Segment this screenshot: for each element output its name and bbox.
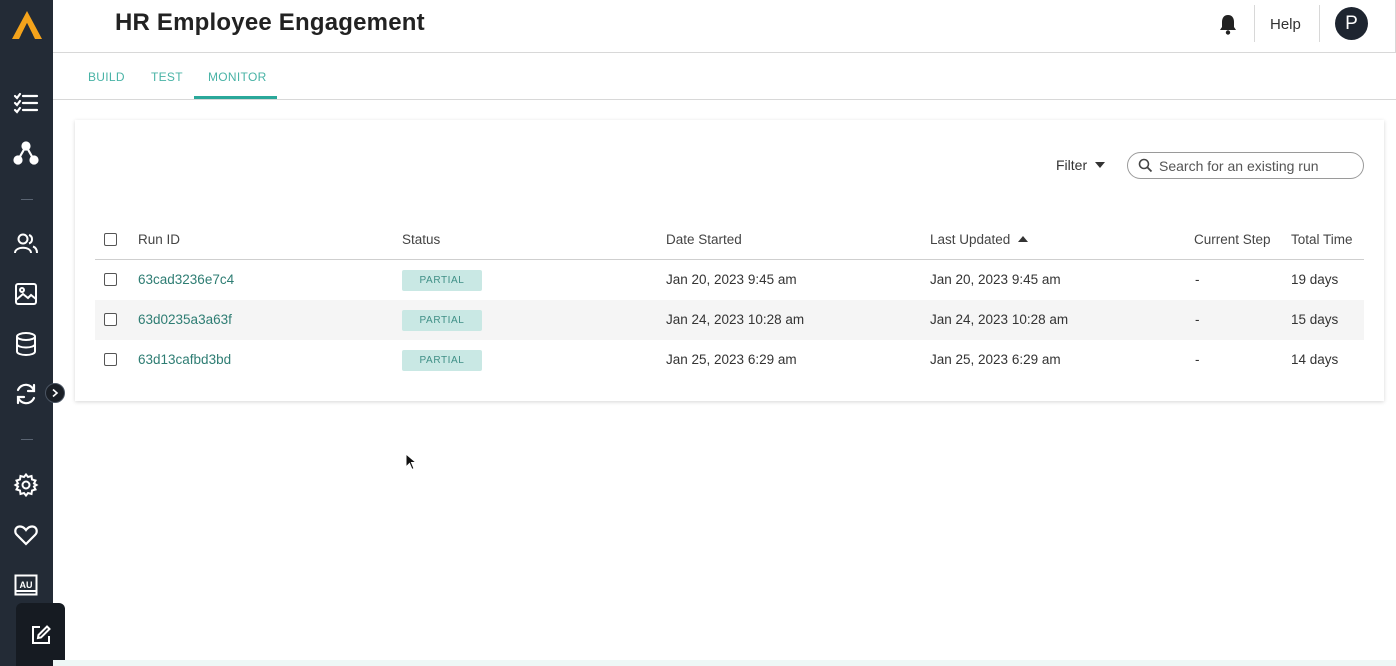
column-header-current-step[interactable]: Current Step (1194, 232, 1271, 247)
caret-down-icon (1095, 162, 1106, 168)
total-time: 14 days (1291, 352, 1339, 367)
run-id-link[interactable]: 63d0235a3a63f (138, 312, 232, 327)
select-all-checkbox[interactable] (104, 233, 117, 246)
database-icon[interactable] (11, 329, 41, 359)
row-checkbox[interactable] (104, 353, 117, 366)
image-icon[interactable] (11, 279, 41, 309)
nodes-icon[interactable] (11, 138, 41, 168)
top-header: HR Employee Engagement Help P (53, 0, 1396, 53)
heart-icon[interactable] (11, 520, 41, 550)
sync-icon[interactable] (11, 379, 41, 409)
page-title: HR Employee Engagement (115, 9, 425, 36)
tab-monitor[interactable]: MONITOR (208, 70, 267, 84)
total-time: 15 days (1291, 312, 1339, 327)
header-divider (1254, 5, 1255, 42)
row-checkbox[interactable] (104, 313, 117, 326)
mouse-cursor-icon (405, 453, 417, 471)
date-started: Jan 24, 2023 10:28 am (666, 312, 805, 327)
column-header-total-time[interactable]: Total Time (1291, 232, 1353, 247)
au-icon[interactable]: AU (11, 570, 41, 600)
bottom-edge (53, 660, 1396, 666)
edit-icon (32, 625, 51, 644)
tab-build[interactable]: BUILD (88, 70, 125, 84)
table-row[interactable]: 63d0235a3a63f PARTIAL Jan 24, 2023 10:28… (95, 300, 1364, 340)
sidebar: AU (0, 0, 65, 666)
total-time: 19 days (1291, 272, 1339, 287)
last-updated: Jan 24, 2023 10:28 am (930, 312, 1069, 327)
runs-table: Run ID Status Date Started Last Updated … (95, 220, 1364, 380)
search-icon (1138, 158, 1153, 173)
current-step: - (1195, 352, 1200, 367)
status-badge: PARTIAL (402, 310, 482, 331)
current-step: - (1195, 312, 1200, 327)
help-link[interactable]: Help (1270, 16, 1301, 33)
last-updated: Jan 25, 2023 6:29 am (930, 352, 1061, 367)
runs-card: Filter Run ID Status Date Started Last U… (75, 120, 1384, 401)
column-header-last-updated[interactable]: Last Updated (930, 232, 1029, 247)
search-box (1127, 152, 1364, 179)
filter-dropdown[interactable]: Filter (1056, 157, 1106, 173)
last-updated: Jan 20, 2023 9:45 am (930, 272, 1061, 287)
users-icon[interactable] (11, 229, 41, 259)
run-id-link[interactable]: 63d13cafbd3bd (138, 352, 231, 367)
edit-button[interactable] (24, 610, 58, 660)
sidebar-divider (21, 199, 33, 200)
expand-sidebar-button[interactable] (45, 383, 65, 403)
filter-label: Filter (1056, 157, 1088, 173)
active-tab-indicator (194, 96, 277, 99)
sort-ascending-icon (1018, 236, 1029, 242)
tab-bar: BUILD TEST MONITOR (53, 54, 1396, 100)
row-checkbox[interactable] (104, 273, 117, 286)
tab-test[interactable]: TEST (151, 70, 183, 84)
table-row[interactable]: 63cad3236e7c4 PARTIAL Jan 20, 2023 9:45 … (95, 260, 1364, 300)
column-header-label: Last Updated (930, 232, 1011, 247)
logo-icon[interactable] (11, 10, 43, 40)
header-divider (1319, 5, 1320, 42)
settings-icon[interactable] (11, 470, 41, 500)
chevron-right-icon (52, 388, 59, 398)
date-started: Jan 20, 2023 9:45 am (666, 272, 797, 287)
column-header-status[interactable]: Status (402, 232, 440, 247)
column-header-date-started[interactable]: Date Started (666, 232, 742, 247)
column-header-run-id[interactable]: Run ID (138, 232, 180, 247)
date-started: Jan 25, 2023 6:29 am (666, 352, 797, 367)
table-header-row: Run ID Status Date Started Last Updated … (95, 220, 1364, 260)
search-input[interactable] (1159, 157, 1359, 174)
sidebar-divider (21, 439, 33, 440)
bell-icon[interactable] (1216, 12, 1240, 36)
table-row[interactable]: 63d13cafbd3bd PARTIAL Jan 25, 2023 6:29 … (95, 340, 1364, 380)
avatar[interactable]: P (1335, 7, 1368, 40)
checklist-icon[interactable] (11, 88, 41, 118)
status-badge: PARTIAL (402, 270, 482, 291)
svg-text:AU: AU (20, 580, 33, 590)
current-step: - (1195, 272, 1200, 287)
run-id-link[interactable]: 63cad3236e7c4 (138, 272, 234, 287)
status-badge: PARTIAL (402, 350, 482, 371)
